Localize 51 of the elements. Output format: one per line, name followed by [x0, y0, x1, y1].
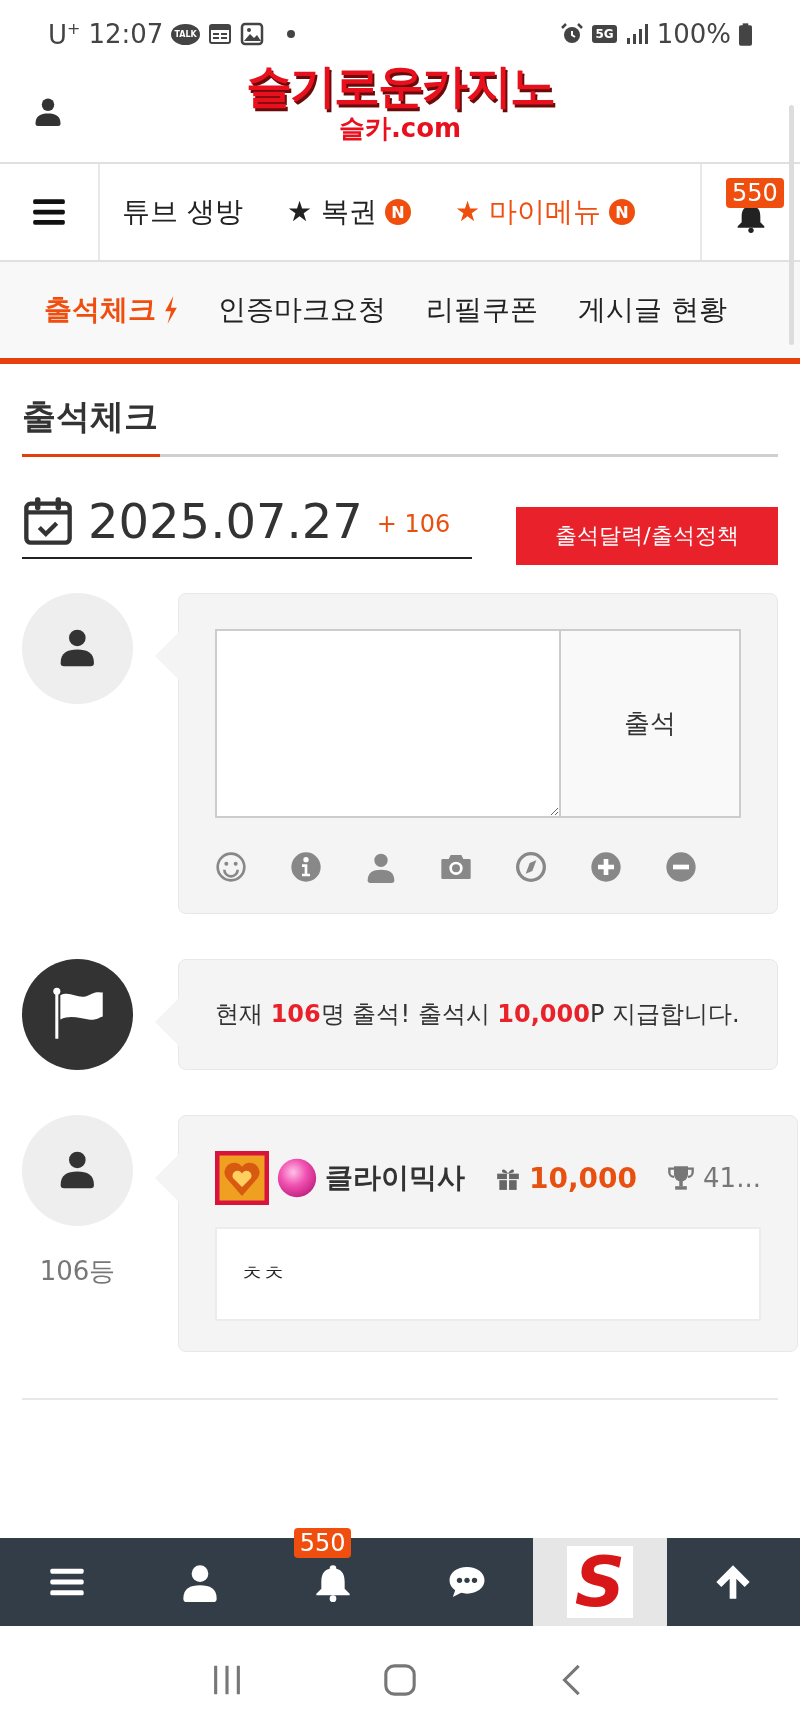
user-icon[interactable] — [180, 1562, 220, 1602]
smiley-icon[interactable] — [215, 851, 247, 883]
avatar-icon — [22, 1115, 133, 1226]
tab[interactable]: 리필쿠폰 — [426, 291, 538, 329]
home-icon[interactable] — [383, 1663, 417, 1697]
site-logo[interactable]: S — [567, 1546, 633, 1618]
date-text: 2025.07.27 — [88, 493, 363, 549]
tab[interactable]: 게시글 현황 — [578, 291, 727, 329]
talk-badge: TALK — [171, 23, 200, 45]
lightning-icon — [164, 296, 178, 324]
clock-time: 12:07 — [88, 19, 164, 49]
carrier-label: U$^{+}$ — [48, 18, 81, 50]
plus-icon[interactable] — [590, 851, 622, 883]
alarm-icon — [560, 22, 585, 46]
network-label: 5G — [592, 25, 617, 43]
submit-button[interactable]: 출석 — [561, 631, 739, 816]
attendance-count: + 106 — [376, 510, 451, 538]
battery-percent: 100% — [656, 19, 731, 49]
page-title: 출석체크 — [22, 395, 159, 438]
nav-link[interactable]: ★ 복권 N — [286, 193, 411, 231]
battery-icon — [739, 22, 752, 46]
nav-link[interactable]: 튜브 생방 — [122, 193, 243, 231]
minus-icon[interactable] — [665, 851, 697, 883]
logo-domain[interactable]: 슬카.com — [338, 112, 462, 144]
notification-badge: 550 — [726, 178, 784, 208]
comment-input[interactable] — [217, 631, 561, 816]
image-icon — [239, 22, 264, 46]
new-badge: N — [384, 199, 411, 225]
calendar-icon — [207, 22, 232, 46]
trophy-count: 41... — [703, 1163, 761, 1193]
rank-label: 106등 — [39, 1255, 116, 1288]
new-badge: N — [608, 199, 635, 225]
orb-icon — [277, 1158, 317, 1198]
signal-icon — [624, 22, 649, 46]
trophy-icon — [667, 1164, 696, 1192]
comment-text: ㅊㅊ — [215, 1227, 761, 1321]
calendar-button[interactable]: 출석달력/출석정책 — [516, 507, 778, 565]
flag-icon — [22, 959, 133, 1070]
logo-title[interactable]: 슬기로운카지노 — [246, 60, 554, 112]
avatar-icon — [22, 593, 133, 704]
info-icon[interactable] — [290, 851, 322, 883]
tab[interactable]: 인증마크요청 — [218, 291, 386, 329]
badge-icon — [215, 1151, 269, 1205]
user-name[interactable]: 클라이믹사 — [325, 1159, 465, 1197]
calendar-check-icon — [22, 495, 74, 547]
notification-badge: 550 — [293, 1528, 352, 1558]
notice-text: 현재 106명 출석! 출석시 10,000P 지급합니다. — [215, 999, 741, 1030]
compass-icon[interactable] — [515, 851, 547, 883]
dot-icon — [285, 29, 296, 39]
points-text: 10,000 — [529, 1161, 638, 1195]
nav-link[interactable]: ★ 마이메뉴 N — [454, 193, 635, 231]
